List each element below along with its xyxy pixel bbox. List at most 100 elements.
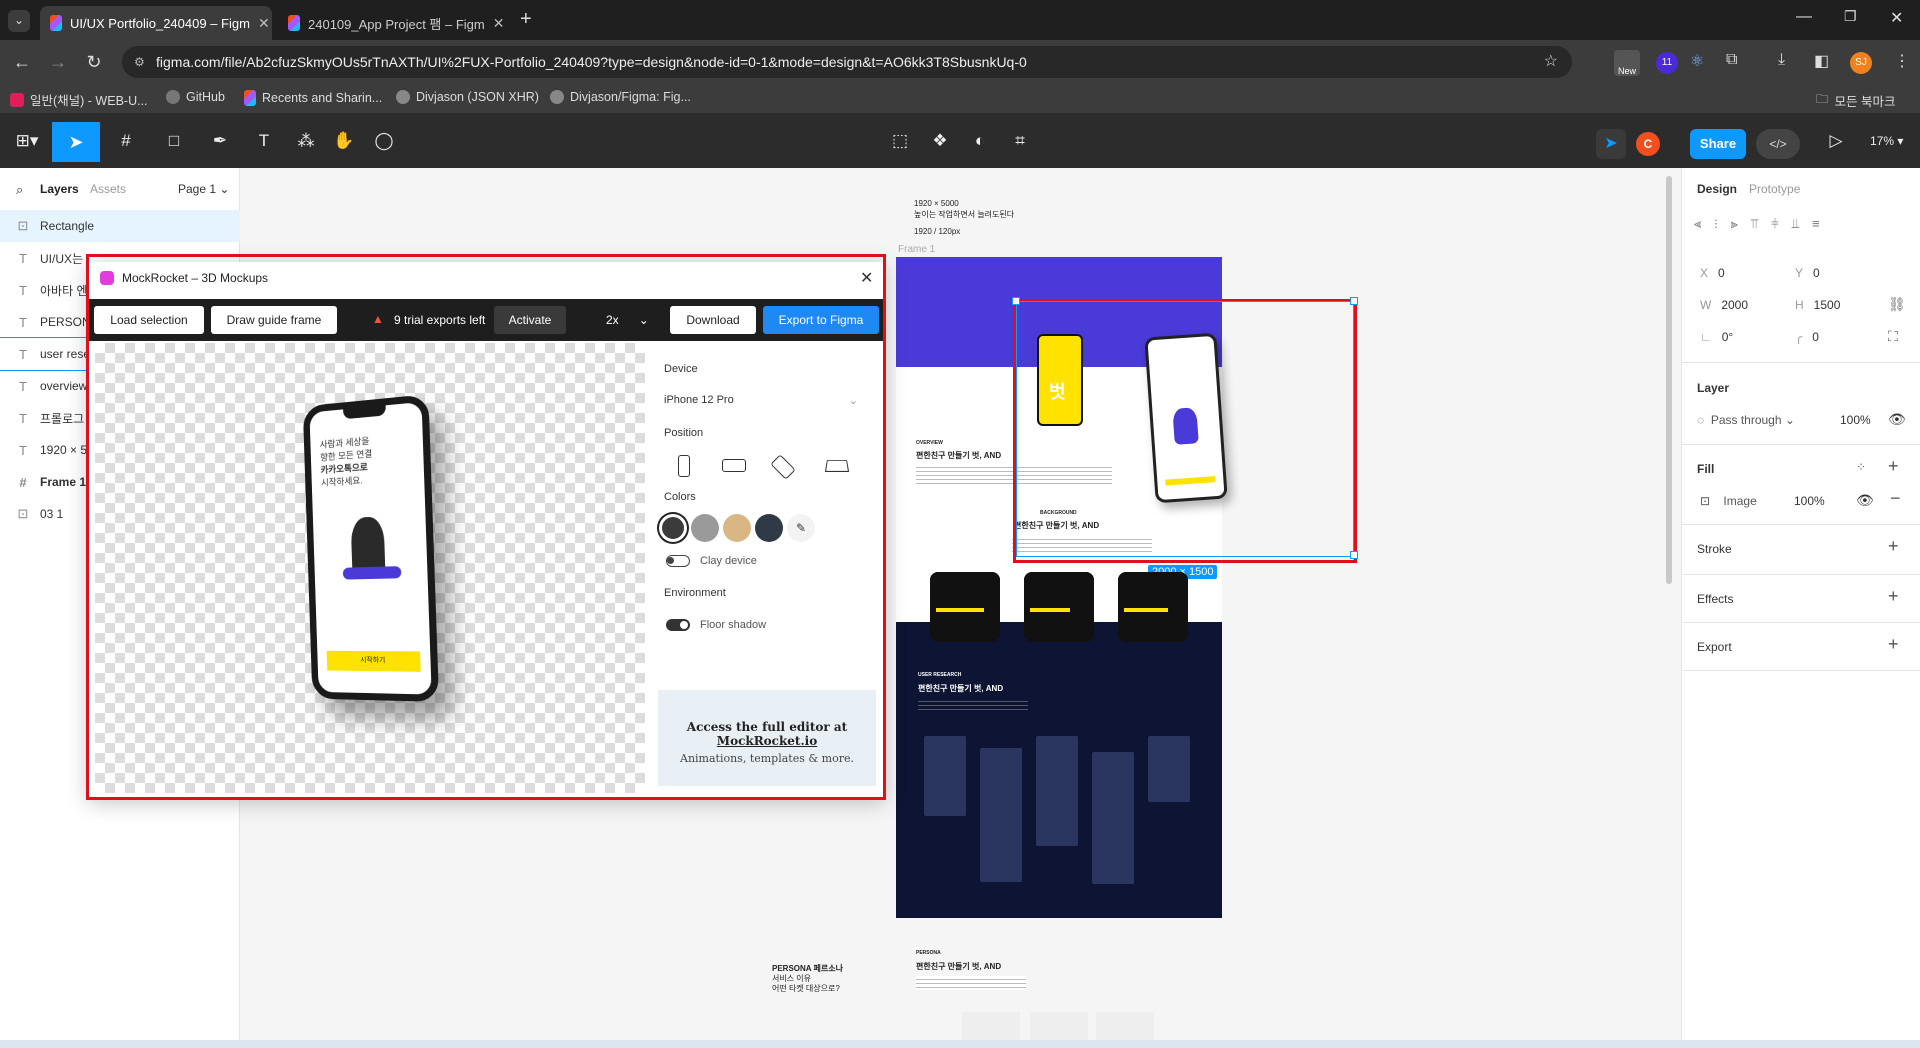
persona-tag: PERSONA xyxy=(916,950,941,956)
bookmark-item[interactable]: Recents and Sharin... xyxy=(244,90,382,106)
bookmark-item[interactable]: Divjason/Figma: Fig... xyxy=(550,90,691,104)
add-export-icon[interactable]: + xyxy=(1888,634,1899,655)
shape-tool-icon[interactable]: □ xyxy=(160,127,188,155)
resources-icon[interactable]: ⁂ xyxy=(292,127,320,155)
resize-handle[interactable] xyxy=(1350,297,1358,305)
hand-tool-icon[interactable]: ✋ xyxy=(330,127,358,155)
new-tab-icon[interactable]: + xyxy=(520,8,532,31)
resize-handle[interactable] xyxy=(1012,297,1020,305)
close-window-icon[interactable]: ✕ xyxy=(1890,8,1903,28)
resize-handle[interactable] xyxy=(1350,551,1358,559)
figma-favicon-icon xyxy=(288,15,300,31)
frame-label[interactable]: Frame 1 xyxy=(898,244,935,255)
comment-tool-icon[interactable]: ◯ xyxy=(370,127,398,155)
github-icon xyxy=(396,90,410,104)
fill-visibility-icon[interactable]: 👁 xyxy=(1856,492,1874,509)
zoom-level[interactable]: 17% ▾ xyxy=(1870,134,1903,148)
taskbar-strip xyxy=(0,1040,1920,1048)
corner-radius-field[interactable]: ╭ 0 xyxy=(1795,330,1819,344)
research-title: 편한친구 만들기 벗, AND xyxy=(918,684,1004,693)
reload-icon[interactable]: ↻ xyxy=(82,50,106,74)
remove-fill-icon[interactable]: − xyxy=(1890,488,1901,509)
extensions-puzzle-icon[interactable]: ⧉ xyxy=(1726,51,1737,69)
visibility-eye-icon[interactable]: 👁 xyxy=(1888,411,1906,428)
dev-mode-toggle[interactable]: </> xyxy=(1756,129,1800,159)
add-effect-icon[interactable]: + xyxy=(1888,586,1899,607)
tab-assets[interactable]: Assets xyxy=(90,182,126,196)
tab-app-project[interactable]: 240109_App Project 팸 – Figm ✕ xyxy=(278,6,510,40)
download-icon[interactable]: ⤓ xyxy=(1778,51,1785,69)
text-icon: T xyxy=(19,410,27,426)
plugin-highlight xyxy=(86,254,886,800)
overview-title: 편한친구 만들기 벗, AND xyxy=(916,451,1002,460)
move-tool-button[interactable]: ➤ xyxy=(52,122,100,162)
multiplayer-cursor-icon[interactable]: ➤ xyxy=(1596,129,1626,159)
bookmark-item[interactable]: Divjason (JSON XHR) xyxy=(396,90,539,104)
image-icon: ⊡ xyxy=(17,506,29,521)
width-field[interactable]: W 2000 xyxy=(1700,298,1748,312)
fill-type[interactable]: ⊡ Image xyxy=(1700,494,1757,508)
url-input[interactable]: ⚙ figma.com/file/Ab2cfuzSkmyOUs5rTnAXTh/… xyxy=(122,46,1572,78)
mask-icon[interactable]: ◐ xyxy=(966,127,994,155)
restore-icon[interactable]: ❐ xyxy=(1844,8,1857,25)
forward-icon[interactable]: → xyxy=(46,50,70,74)
alignment-icons[interactable]: ⫷⫶⫸⫪⫩⫫≡ xyxy=(1694,216,1833,232)
tab-design[interactable]: Design xyxy=(1697,182,1737,196)
all-bookmarks-folder[interactable]: 🗀 모든 북마크 xyxy=(1816,90,1896,111)
bookmark-star-icon[interactable]: ☆ xyxy=(1544,46,1558,78)
page-selector[interactable]: Page 1 ⌄ xyxy=(178,182,229,196)
tab-ui-ux-portfolio[interactable]: UI/UX Portfolio_240409 – Figm ✕ xyxy=(40,6,272,40)
minimize-icon[interactable]: — xyxy=(1796,8,1812,26)
collaborator-avatar[interactable]: C xyxy=(1636,132,1660,156)
layer-opacity[interactable]: 100% xyxy=(1840,413,1871,427)
stat-bar xyxy=(1030,608,1070,612)
stroke-section-label: Stroke xyxy=(1697,542,1732,556)
bookmark-item[interactable]: GitHub xyxy=(166,90,225,104)
close-tab-icon[interactable]: ✕ xyxy=(493,15,505,32)
x-field[interactable]: X0 xyxy=(1700,266,1725,280)
export-section-label: Export xyxy=(1697,640,1732,654)
main-menu-icon[interactable]: ⊞▾ xyxy=(12,127,42,155)
bookmark-item[interactable]: 일반(채널) - WEB-U... xyxy=(10,90,148,109)
side-panel-icon[interactable]: ◧ xyxy=(1814,51,1829,71)
react-devtools-icon[interactable]: ⚛ xyxy=(1690,51,1704,71)
extension-badge-icon[interactable]: 11 xyxy=(1656,52,1678,74)
height-field[interactable]: H 1500 xyxy=(1795,298,1840,312)
back-icon[interactable]: ← xyxy=(10,50,34,74)
browser-menu-icon[interactable]: ⋮ xyxy=(1894,51,1910,71)
add-stroke-icon[interactable]: + xyxy=(1888,536,1899,557)
crop-frame-icon[interactable]: ⬚ xyxy=(886,127,914,155)
tab-prototype[interactable]: Prototype xyxy=(1749,182,1800,196)
site-info-icon[interactable]: ⚙ xyxy=(134,46,145,78)
tab-layers[interactable]: Layers xyxy=(40,182,79,196)
blend-mode-select[interactable]: ◌ Pass through ⌄ xyxy=(1697,413,1795,427)
frame-tool-icon[interactable]: # xyxy=(112,127,140,155)
search-icon[interactable]: ⌕ xyxy=(16,182,23,198)
constrain-proportions-icon[interactable]: ⛓ xyxy=(1888,296,1906,313)
fill-styles-icon[interactable]: ⁘ xyxy=(1856,460,1866,474)
layer-section-label: Layer xyxy=(1697,381,1730,395)
canvas-scrollbar[interactable] xyxy=(1666,176,1672,584)
persona-side-note: PERSONA 페르소나 서비스 이유 어떤 타켓 대상으로? xyxy=(772,964,843,993)
fill-section-label: Fill xyxy=(1697,462,1715,476)
fill-opacity[interactable]: 100% xyxy=(1794,494,1825,508)
layer-row[interactable]: ⊡ Rectangle xyxy=(0,210,240,242)
text-tool-icon[interactable]: T xyxy=(250,127,278,155)
pen-tool-icon[interactable]: ✒ xyxy=(206,127,234,155)
rotation-field[interactable]: ∟ 0° xyxy=(1700,330,1733,344)
y-field[interactable]: Y0 xyxy=(1795,266,1820,280)
crop-icon[interactable]: ⌗ xyxy=(1006,127,1034,155)
selection-box[interactable] xyxy=(1016,301,1354,557)
effects-section-label: Effects xyxy=(1697,592,1734,606)
profile-avatar[interactable]: SJ xyxy=(1850,52,1872,74)
tab-search-button[interactable]: ⌄ xyxy=(8,10,30,32)
close-tab-icon[interactable]: ✕ xyxy=(258,15,270,32)
component-icon[interactable]: ❖ xyxy=(926,127,954,155)
text-icon: T xyxy=(19,442,27,458)
add-fill-icon[interactable]: + xyxy=(1888,456,1899,477)
independent-corners-icon[interactable]: ⛶ xyxy=(1888,328,1898,345)
present-play-icon[interactable]: ▷ xyxy=(1822,127,1850,155)
extension-new-icon[interactable]: New xyxy=(1614,50,1640,76)
share-button[interactable]: Share xyxy=(1690,129,1746,159)
persona-title: 편한친구 만들기 벗, AND xyxy=(916,962,1002,971)
